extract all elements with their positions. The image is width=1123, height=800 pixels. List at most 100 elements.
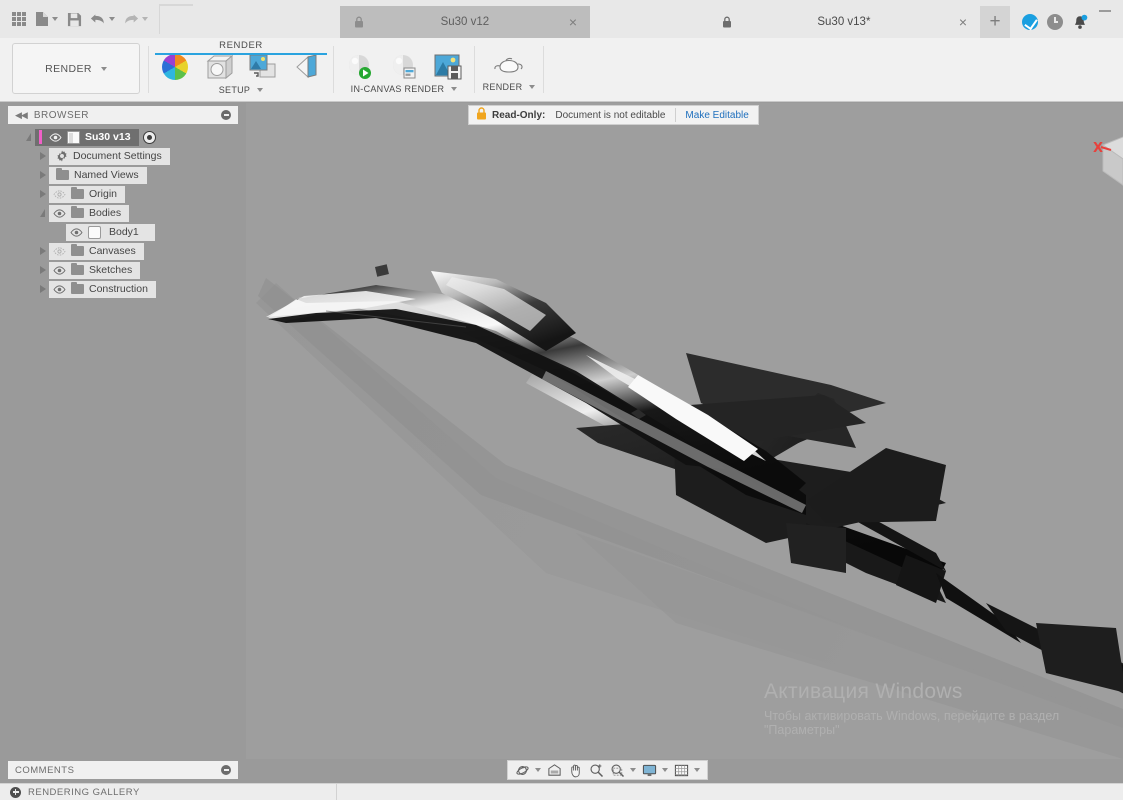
ribbon-group-label-render[interactable]: RENDER xyxy=(483,82,536,92)
tree-node-body[interactable]: Bodies xyxy=(49,204,130,222)
tree-node-construction[interactable]: Construction xyxy=(8,280,240,298)
close-tab-button[interactable]: × xyxy=(566,15,580,29)
texture-map-icon xyxy=(249,54,276,78)
visibility-eye-icon[interactable] xyxy=(70,227,83,237)
expander-closed-icon[interactable] xyxy=(36,149,49,163)
tree-node-origin[interactable]: Origin xyxy=(8,185,240,203)
windows-activation-watermark: Активация Windows Чтобы активировать Win… xyxy=(764,680,1115,737)
tree-node-label: Su30 v13 xyxy=(85,131,131,143)
scene-settings-command[interactable] xyxy=(200,54,238,81)
readonly-title: Read-Only: xyxy=(492,109,546,121)
expander-closed-icon[interactable] xyxy=(36,244,49,258)
close-tab-button[interactable]: × xyxy=(956,15,970,29)
tree-node-document-settings[interactable]: Document Settings xyxy=(8,147,240,165)
new-tab-button[interactable]: + xyxy=(980,6,1010,38)
tree-node-body1[interactable]: Body1 xyxy=(8,223,240,241)
in-canvas-render-command[interactable] xyxy=(341,54,379,80)
tree-node-named-views[interactable]: Named Views xyxy=(8,166,240,184)
rendering-gallery-expand-icon[interactable] xyxy=(10,786,21,798)
render-command[interactable] xyxy=(490,54,528,78)
visibility-eye-off-icon[interactable] xyxy=(53,246,66,256)
expander-closed-icon[interactable] xyxy=(36,168,49,182)
appearance-command[interactable] xyxy=(156,54,194,80)
visibility-eye-icon[interactable] xyxy=(49,132,62,142)
ribbon-group-label-setup[interactable]: SETUP xyxy=(219,85,264,95)
tree-node-label: Sketches xyxy=(89,264,133,276)
comments-options-icon[interactable] xyxy=(221,765,231,775)
lock-icon xyxy=(723,16,731,28)
ribbon-group-in-canvas-render: IN-CANVAS RENDER xyxy=(334,38,474,101)
chevron-down-icon xyxy=(694,768,700,772)
ribbon-group-label-in-canvas-render[interactable]: IN-CANVAS RENDER xyxy=(351,84,458,94)
expander-open-icon[interactable] xyxy=(36,206,49,220)
grid-and-snaps[interactable] xyxy=(672,763,702,778)
redo-button[interactable] xyxy=(120,4,151,34)
visibility-eye-icon[interactable] xyxy=(53,284,66,294)
visibility-eye-icon[interactable] xyxy=(53,208,66,218)
decal-command[interactable] xyxy=(288,54,326,80)
visibility-eye-off-icon[interactable] xyxy=(53,189,66,199)
ribbon-tab-render[interactable]: RENDER xyxy=(219,40,263,51)
undo-button[interactable] xyxy=(87,4,118,34)
expander-open-icon[interactable] xyxy=(22,130,35,144)
look-at-tool[interactable] xyxy=(545,763,564,778)
tree-node-sketches[interactable]: Sketches xyxy=(8,261,240,279)
app-grid-button[interactable] xyxy=(8,4,30,34)
component-marker xyxy=(39,130,42,144)
zoom-tool[interactable] xyxy=(587,763,606,778)
save-icon xyxy=(67,12,81,26)
viewcube[interactable]: X xyxy=(1067,123,1123,213)
account-icon[interactable] xyxy=(1022,14,1038,30)
expander-closed-icon[interactable] xyxy=(36,187,49,201)
capture-image-command[interactable] xyxy=(429,54,467,80)
tree-node-label: Named Views xyxy=(74,169,139,181)
viewport-canvas[interactable]: Read-Only: Document is not editable Make… xyxy=(246,103,1123,759)
display-settings[interactable] xyxy=(640,763,670,778)
workspace-selector[interactable]: RENDER xyxy=(12,43,140,94)
watermark-title: Активация Windows xyxy=(764,680,963,703)
tree-node-bodies[interactable]: Bodies xyxy=(8,204,240,222)
collapse-panel-icon[interactable]: ◀◀ xyxy=(15,110,28,121)
orbit-tool[interactable] xyxy=(513,763,543,778)
new-document-button[interactable] xyxy=(32,4,61,34)
tree-node-body[interactable]: Su30 v13 xyxy=(35,128,139,146)
tree-node-su30-v13[interactable]: Su30 v13 xyxy=(8,128,240,146)
browser-tree: Su30 v13 Document Settings Named Views O… xyxy=(8,128,240,299)
undo-icon xyxy=(90,14,104,24)
rendering-gallery-label[interactable]: RENDERING GALLERY xyxy=(28,787,140,798)
tree-node-canvases[interactable]: Canvases xyxy=(8,242,240,260)
tree-node-body[interactable]: Body1 xyxy=(66,223,155,241)
browser-options-icon[interactable] xyxy=(221,110,231,120)
zoom-window-tool[interactable] xyxy=(608,763,638,778)
activate-component-icon[interactable] xyxy=(142,130,156,144)
tree-node-body[interactable]: Named Views xyxy=(49,166,147,184)
make-editable-button[interactable]: Make Editable xyxy=(676,110,757,121)
tree-node-label: Body1 xyxy=(109,226,139,238)
group-label-text: RENDER xyxy=(482,82,523,92)
comments-panel-header[interactable]: COMMENTS xyxy=(8,761,238,779)
visibility-eye-icon[interactable] xyxy=(53,265,66,275)
group-label-text: IN-CANVAS RENDER xyxy=(350,84,445,94)
minimize-button[interactable] xyxy=(1099,2,1111,12)
tree-node-body[interactable]: Construction xyxy=(49,280,156,298)
tree-node-body[interactable]: Sketches xyxy=(49,261,141,279)
expander-closed-icon[interactable] xyxy=(36,263,49,277)
readonly-banner: Read-Only: Document is not editable Make… xyxy=(468,105,759,125)
tree-node-body[interactable]: Origin xyxy=(49,185,126,203)
save-button[interactable] xyxy=(63,4,85,34)
expander-closed-icon[interactable] xyxy=(36,282,49,296)
in-canvas-render-setting-command[interactable] xyxy=(385,54,423,80)
notifications-bell-icon[interactable] xyxy=(1072,14,1088,31)
pan-tool[interactable] xyxy=(566,763,585,778)
tree-node-body[interactable]: Document Settings xyxy=(49,147,170,165)
tree-node-body[interactable]: Canvases xyxy=(49,242,144,260)
tabstrip-spacer xyxy=(160,6,340,38)
job-status-icon[interactable] xyxy=(1047,14,1063,30)
chevron-down-icon xyxy=(100,66,107,71)
chevron-down-icon xyxy=(52,17,58,21)
document-tab-su30-v12[interactable]: Su30 v12 × xyxy=(340,6,590,38)
document-tab-su30-v13[interactable]: Su30 v13* × xyxy=(708,6,980,38)
browser-header-label: BROWSER xyxy=(33,109,90,121)
viewcube-axis-label: X xyxy=(1093,141,1103,156)
texture-map-controls-command[interactable] xyxy=(244,54,282,81)
